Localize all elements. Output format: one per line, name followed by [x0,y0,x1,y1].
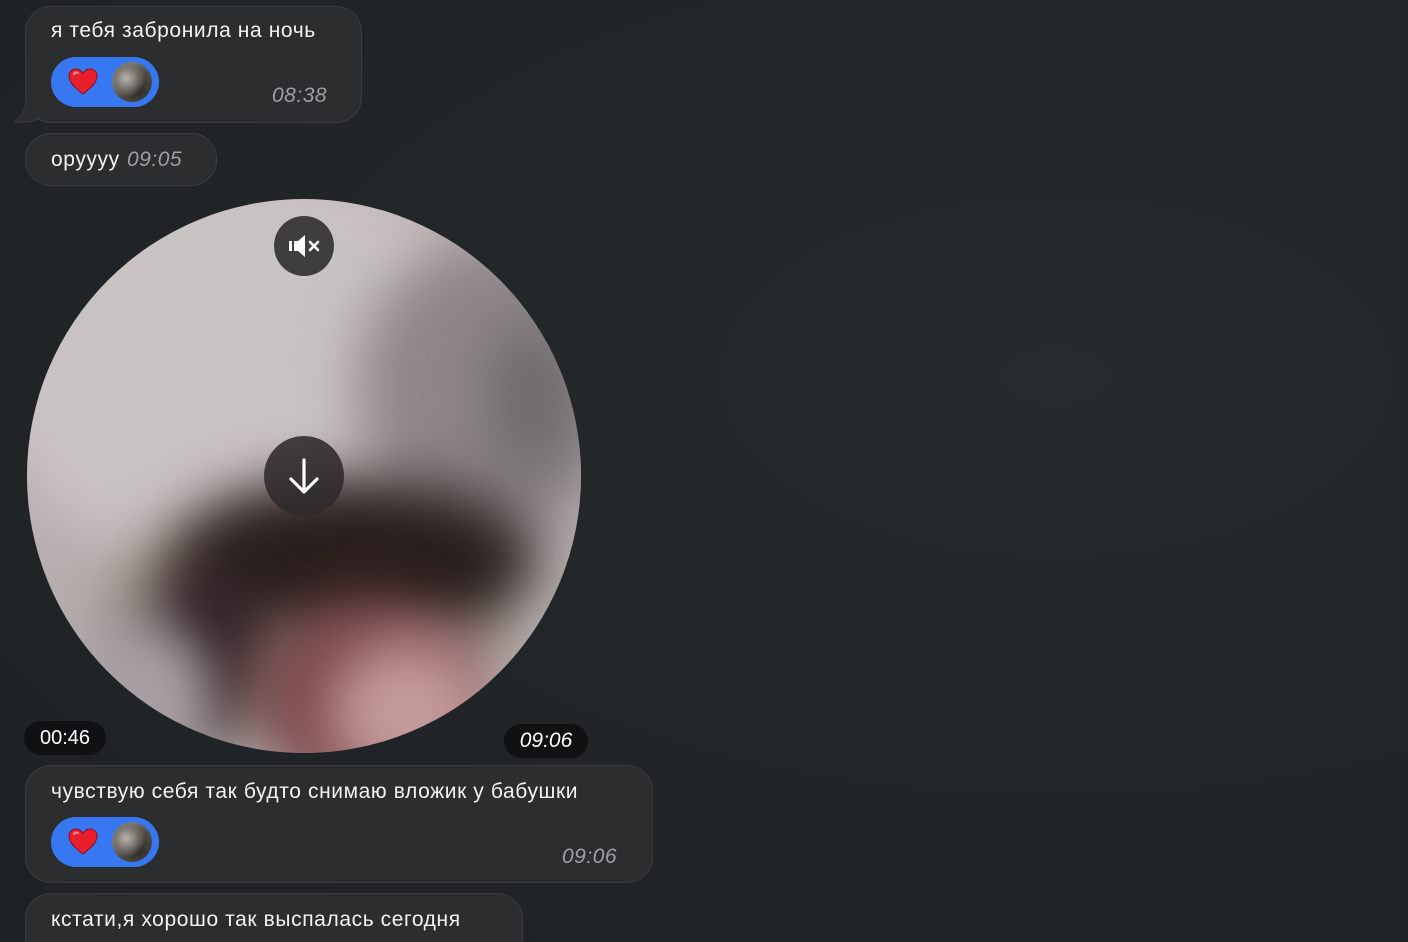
message-bubble[interactable]: чувствую себя так будто снимаю вложик у … [25,765,653,883]
reaction-chip[interactable] [51,57,159,107]
video-duration: 00:46 [24,721,106,755]
message-time: 09:05 [127,148,183,171]
mute-button[interactable] [274,216,334,276]
message-bubble[interactable]: оруууу 09:05 [25,133,217,186]
heart-icon [68,828,98,855]
message-time: 08:38 [272,84,328,107]
message-text: я тебя забронила на ночь [51,19,316,42]
message-text: оруууу [51,148,120,171]
message-time: 09:06 [562,845,618,868]
heart-icon [68,68,98,95]
message-bubble[interactable]: кстати,я хорошо так выспалась сегодня [25,893,523,942]
reaction-chip[interactable] [51,817,159,867]
avatar [112,822,152,862]
message-bubble[interactable]: я тебя забронила на ночь 08:38 [25,6,362,123]
bubble-tail [12,100,41,123]
video-message[interactable] [27,199,581,753]
speaker-muted-icon [289,235,320,257]
download-button[interactable] [264,436,344,516]
message-text: кстати,я хорошо так выспалась сегодня [51,908,461,931]
video-time: 09:06 [504,724,588,758]
message-text: чувствую себя так будто снимаю вложик у … [51,780,579,803]
arrow-down-icon [289,458,319,494]
chat-area: я тебя забронила на ночь 08:38 оруууу 09… [0,0,1408,942]
avatar [112,62,152,102]
